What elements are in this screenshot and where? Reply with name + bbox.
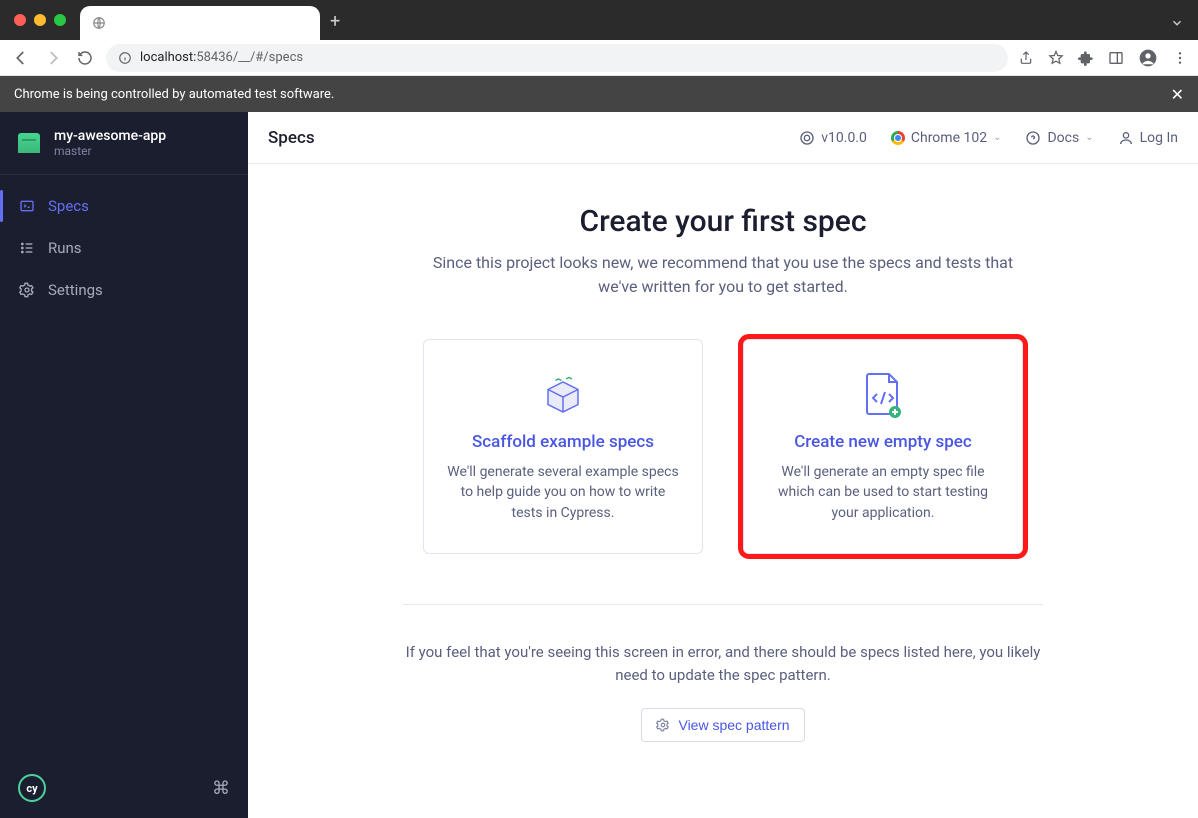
tabs-dropdown-icon[interactable]: [1170, 16, 1184, 30]
traffic-minimize-icon[interactable]: [34, 14, 46, 26]
bookmark-icon[interactable]: [1048, 50, 1064, 66]
settings-icon: [18, 281, 36, 299]
docs-link[interactable]: Docs ⌄: [1025, 130, 1093, 146]
side-panel-icon[interactable]: [1108, 50, 1124, 66]
new-tab-button[interactable]: +: [330, 11, 340, 32]
mac-window-controls: [14, 14, 66, 26]
browser-toolbar: localhost:58436/__/#/specs: [0, 40, 1198, 76]
globe-icon: [92, 16, 106, 30]
reload-button[interactable]: [74, 47, 96, 69]
card-create-empty-spec[interactable]: Create new empty spec We'll generate an …: [743, 339, 1023, 554]
kebab-menu-icon[interactable]: [1172, 50, 1188, 66]
browser-tab-strip: +: [0, 0, 1198, 40]
site-info-icon[interactable]: [118, 51, 132, 65]
chevron-down-icon: ⌄: [993, 132, 1001, 143]
sidebar-item-specs[interactable]: Specs: [0, 185, 248, 227]
infobar-close-icon[interactable]: ✕: [1171, 85, 1184, 104]
profile-icon[interactable]: [1138, 48, 1158, 68]
extensions-icon[interactable]: [1078, 50, 1094, 66]
view-spec-pattern-button[interactable]: View spec pattern: [641, 708, 804, 742]
login-button[interactable]: Log In: [1118, 130, 1178, 146]
card-scaffold-examples[interactable]: Scaffold example specs We'll generate se…: [423, 339, 703, 554]
file-plus-icon: [859, 370, 907, 418]
sidebar: my-awesome-app master Specs Runs Setting…: [0, 112, 248, 818]
forward-button[interactable]: [42, 47, 64, 69]
card-title: Scaffold example specs: [472, 432, 654, 452]
chevron-down-icon: ⌄: [1085, 132, 1093, 143]
chrome-icon: [891, 131, 905, 145]
runs-icon: [18, 239, 36, 257]
share-icon[interactable]: [1018, 50, 1034, 66]
traffic-zoom-icon[interactable]: [54, 14, 66, 26]
traffic-close-icon[interactable]: [14, 14, 26, 26]
cypress-logo-icon[interactable]: cy: [18, 774, 46, 802]
sidebar-item-label: Runs: [48, 239, 82, 257]
browser-selector[interactable]: Chrome 102 ⌄: [891, 130, 1002, 146]
main-subtitle: Since this project looks new, we recomme…: [413, 251, 1033, 299]
main-heading: Create your first spec: [580, 204, 867, 239]
project-folder-icon: [18, 133, 40, 153]
specs-icon: [18, 197, 36, 215]
box-icon: [539, 370, 587, 418]
project-branch: master: [54, 144, 166, 158]
content: Specs v10.0.0 Chrome 102 ⌄ Docs ⌄: [248, 112, 1198, 818]
project-switcher[interactable]: my-awesome-app master: [0, 112, 248, 175]
keyboard-shortcut-icon[interactable]: ⌘: [212, 778, 230, 799]
card-title: Create new empty spec: [794, 432, 972, 452]
project-name: my-awesome-app: [54, 128, 166, 144]
content-header: Specs v10.0.0 Chrome 102 ⌄ Docs ⌄: [248, 112, 1198, 164]
page-title: Specs: [268, 128, 315, 148]
footer-note-text: If you feel that you're seeing this scre…: [403, 641, 1043, 686]
address-bar[interactable]: localhost:58436/__/#/specs: [106, 44, 1008, 72]
sidebar-item-runs[interactable]: Runs: [0, 227, 248, 269]
back-button[interactable]: [10, 47, 32, 69]
infobar-text: Chrome is being controlled by automated …: [14, 87, 334, 102]
gear-icon: [656, 718, 670, 732]
sidebar-item-label: Settings: [48, 281, 103, 299]
url-text: localhost:58436/__/#/specs: [140, 50, 303, 65]
automation-infobar: Chrome is being controlled by automated …: [0, 76, 1198, 112]
sidebar-item-label: Specs: [48, 197, 89, 215]
card-desc: We'll generate an empty spec file which …: [766, 462, 1000, 523]
sidebar-item-settings[interactable]: Settings: [0, 269, 248, 311]
version-indicator[interactable]: v10.0.0: [799, 130, 867, 146]
card-desc: We'll generate several example specs to …: [446, 462, 680, 523]
browser-tab[interactable]: [80, 6, 320, 40]
